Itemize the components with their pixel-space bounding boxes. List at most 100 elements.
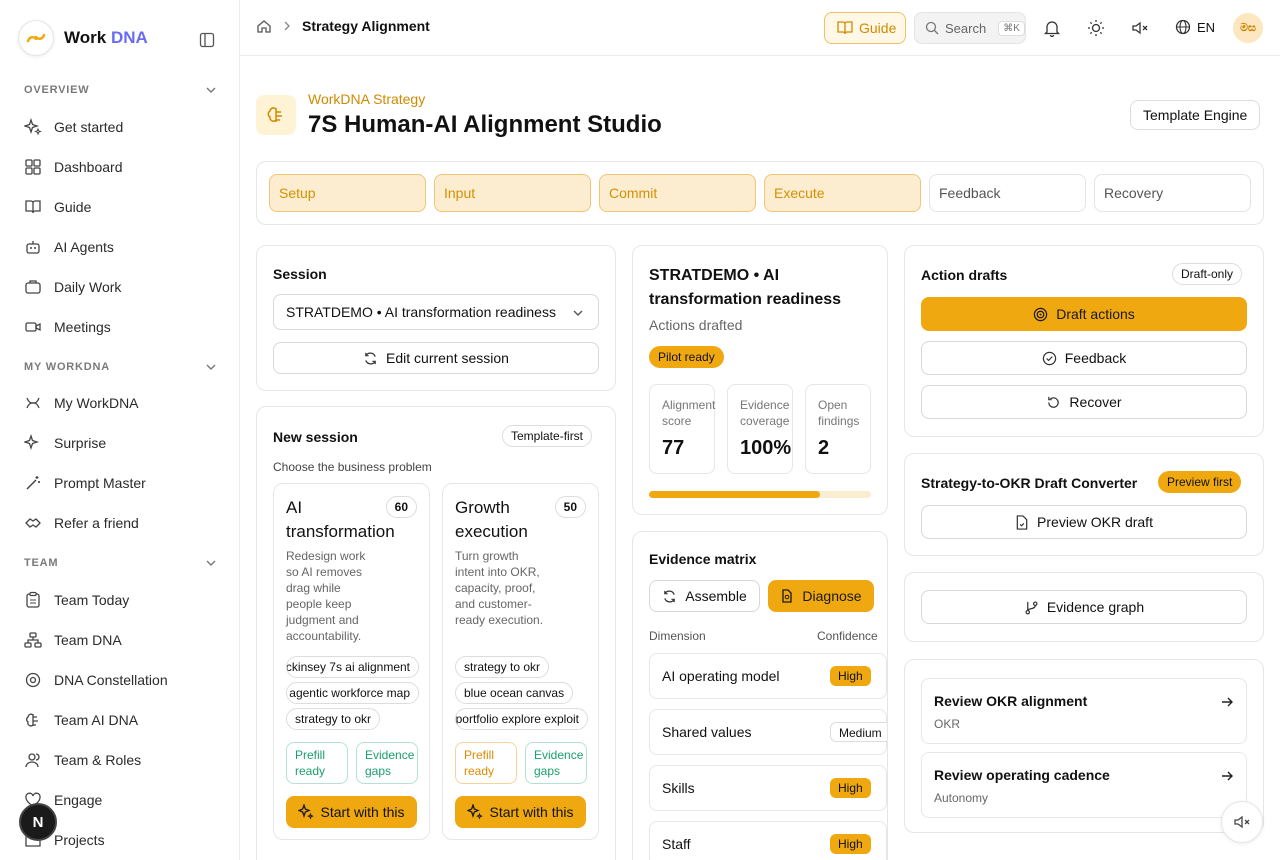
avatar-initials: මස xyxy=(1240,21,1256,34)
sidebar-item-ai-agents[interactable]: AI Agents xyxy=(24,238,114,256)
problem-tag[interactable]: mckinsey 7s ai alignment xyxy=(286,656,419,678)
sidebar-item-prompt-master[interactable]: Prompt Master xyxy=(24,474,146,492)
session-select[interactable]: STRATDEMO • AI transformation readiness xyxy=(273,294,599,330)
session-card: Session STRATDEMO • AI transformation re… xyxy=(256,245,616,391)
start-with-this-button[interactable]: Start with this xyxy=(455,796,586,828)
matrix-row[interactable]: Skills High xyxy=(649,765,887,811)
sidebar-item-dna-constellation[interactable]: DNA Constellation xyxy=(24,671,168,689)
matrix-title: Evidence matrix xyxy=(649,551,757,567)
evidence-graph-button[interactable]: Evidence graph xyxy=(921,590,1247,624)
sidebar-item-team-roles[interactable]: Team & Roles xyxy=(24,751,141,769)
handshake-icon xyxy=(25,518,41,528)
sidebar-item-label: Team AI DNA xyxy=(54,712,139,728)
guide-button[interactable]: Guide xyxy=(824,12,906,44)
sidebar-item-guide[interactable]: Guide xyxy=(24,198,91,216)
matrix-row[interactable]: Staff High xyxy=(649,821,887,860)
sidebar-item-label: Dashboard xyxy=(54,159,123,175)
new-session-subtitle: Choose the business problem xyxy=(273,460,432,474)
bell-icon[interactable] xyxy=(1043,19,1061,37)
confidence-badge: Medium xyxy=(830,722,887,742)
sidebar-toggle-icon[interactable] xyxy=(199,32,215,48)
matrix-row[interactable]: AI operating model High xyxy=(649,653,887,699)
problem-description: Redesign work so AI removes drag while p… xyxy=(286,549,366,643)
section-team[interactable]: TEAM xyxy=(24,557,216,569)
sidebar-item-team-dna[interactable]: Team DNA xyxy=(24,631,122,649)
section-my-workdna[interactable]: MY WORKDNA xyxy=(24,361,216,373)
sidebar-item-team-ai-dna[interactable]: Team AI DNA xyxy=(24,711,138,729)
stat-label: Alignment score xyxy=(662,398,716,428)
sidebar-item-label: My WorkDNA xyxy=(54,395,139,411)
problem-tag[interactable]: ai agentic workforce map xyxy=(286,682,419,704)
step-execute[interactable]: Execute xyxy=(764,174,921,212)
sound-toggle-button[interactable] xyxy=(1221,801,1263,843)
preview-okr-button[interactable]: Preview OKR draft xyxy=(921,505,1247,539)
chevron-down-icon xyxy=(206,364,216,370)
sidebar-item-label: Surprise xyxy=(54,435,107,451)
section-label: OVERVIEW xyxy=(24,84,90,96)
avatar[interactable]: මස xyxy=(1233,13,1263,43)
breadcrumb-current: Strategy Alignment xyxy=(302,18,430,34)
sun-icon[interactable] xyxy=(1087,19,1105,37)
step-setup[interactable]: Setup xyxy=(269,174,426,212)
undo-icon xyxy=(1048,396,1060,408)
sparkles-icon xyxy=(467,804,484,820)
review-okr-item[interactable]: Review OKR alignment OKR xyxy=(921,678,1247,744)
problem-title: Growth execution xyxy=(455,498,528,541)
new-session-card: New session Template-first Choose the bu… xyxy=(256,406,616,860)
sidebar-item-refer[interactable]: Refer a friend xyxy=(24,514,139,532)
sparkles-icon xyxy=(24,118,42,136)
diagnose-button[interactable]: Diagnose xyxy=(768,580,874,612)
step-input[interactable]: Input xyxy=(434,174,591,212)
problem-tag[interactable]: portfolio explore exploit xyxy=(455,708,588,730)
draft-actions-button[interactable]: Draft actions xyxy=(921,297,1247,331)
step-commit[interactable]: Commit xyxy=(599,174,756,212)
preview-first-badge: Preview first xyxy=(1158,471,1242,493)
chevron-down-icon xyxy=(206,560,216,566)
step-feedback[interactable]: Feedback xyxy=(929,174,1086,212)
sidebar-item-label: AI Agents xyxy=(54,239,114,255)
session-selected-value: STRATDEMO • AI transformation readiness xyxy=(286,304,556,320)
sidebar-item-get-started[interactable]: Get started xyxy=(24,118,123,136)
evidence-status-badge: Evidence gaps xyxy=(356,742,418,784)
review-title: Review operating cadence xyxy=(934,767,1110,783)
mute-icon[interactable] xyxy=(1131,19,1149,37)
main-content: WorkDNA Strategy 7S Human-AI Alignment S… xyxy=(240,57,1280,860)
matrix-row[interactable]: Shared values Medium xyxy=(649,709,887,755)
step-label: Feedback xyxy=(939,185,1001,201)
sparkles-icon xyxy=(24,434,40,451)
app-logo[interactable]: Work DNA xyxy=(18,20,148,56)
problem-tag[interactable]: strategy to okr xyxy=(286,708,381,730)
problem-tag[interactable]: strategy to okr xyxy=(455,656,550,678)
edit-session-button[interactable]: Edit current session xyxy=(273,342,599,374)
home-icon[interactable] xyxy=(256,18,272,34)
guide-label: Guide xyxy=(859,20,897,36)
search-input[interactable]: Search ⌘K xyxy=(914,12,1026,44)
review-cadence-item[interactable]: Review operating cadence Autonomy xyxy=(921,752,1247,818)
sidebar-item-dashboard[interactable]: Dashboard xyxy=(24,158,123,176)
recover-button[interactable]: Recover xyxy=(921,385,1247,419)
dimension-label: Skills xyxy=(662,780,695,796)
sidebar-item-surprise[interactable]: Surprise xyxy=(24,434,106,452)
file-icon xyxy=(1016,514,1028,530)
video-icon xyxy=(25,322,41,332)
feedback-button[interactable]: Feedback xyxy=(921,341,1247,375)
sidebar-item-label: DNA Constellation xyxy=(54,672,168,688)
assemble-button[interactable]: Assemble xyxy=(649,580,760,612)
language-selector[interactable]: EN xyxy=(1175,19,1215,35)
diagnose-label: Diagnose xyxy=(802,588,862,604)
section-overview[interactable]: OVERVIEW xyxy=(24,84,216,96)
assistant-fab-button[interactable]: N xyxy=(19,803,57,841)
template-engine-button[interactable]: Template Engine xyxy=(1130,100,1261,130)
problem-tag[interactable]: blue ocean canvas xyxy=(455,682,574,704)
edit-session-label: Edit current session xyxy=(386,350,509,366)
start-with-this-button[interactable]: Start with this xyxy=(286,796,417,828)
problem-card-ai[interactable]: AI transformation 60 Redesign work so AI… xyxy=(273,483,430,840)
sidebar-item-meetings[interactable]: Meetings xyxy=(24,318,111,336)
sidebar-item-team-today[interactable]: Team Today xyxy=(24,591,129,609)
step-label: Commit xyxy=(609,185,658,201)
step-recovery[interactable]: Recovery xyxy=(1094,174,1251,212)
problem-card-growth[interactable]: Growth execution 50 Turn growth intent i… xyxy=(442,483,599,840)
sidebar-item-my-workdna[interactable]: My WorkDNA xyxy=(24,394,139,412)
sidebar-item-daily-work[interactable]: Daily Work xyxy=(24,278,121,296)
network-icon xyxy=(24,632,42,648)
